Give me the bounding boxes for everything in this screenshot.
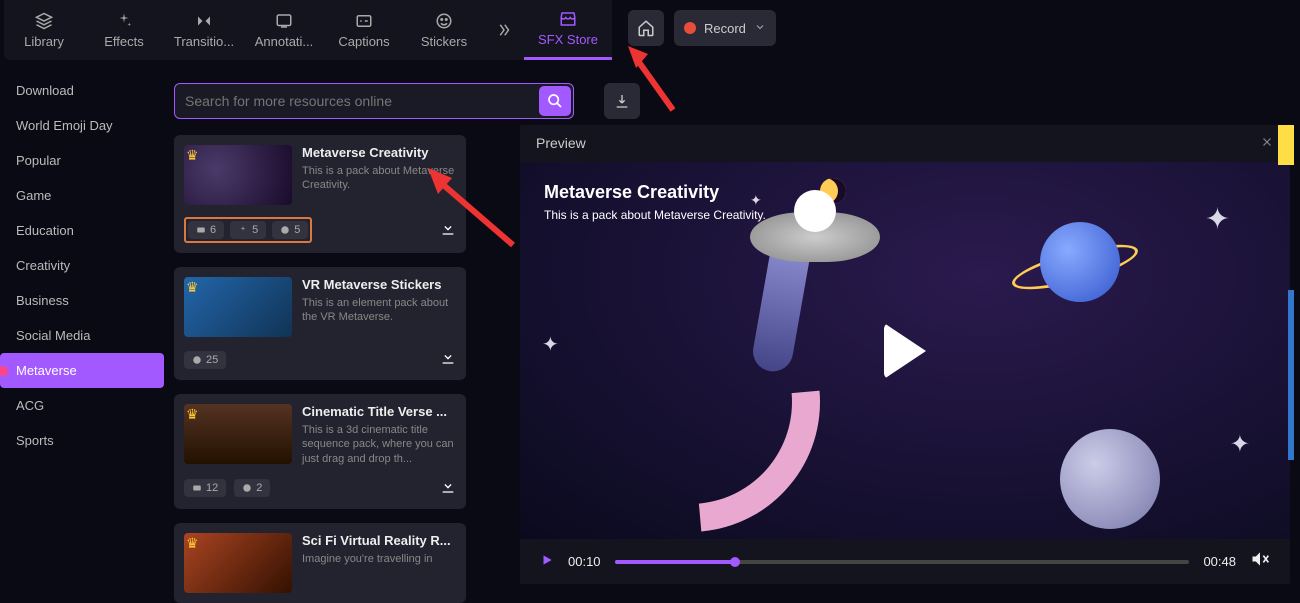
sidebar-item-socialmedia[interactable]: Social Media <box>0 318 164 353</box>
preview-title: Metaverse Creativity <box>544 182 719 203</box>
star-icon: ✦ <box>1205 202 1230 237</box>
pack-thumbnail: ♛ <box>184 404 292 464</box>
sidebar-item-metaverse[interactable]: Metaverse <box>0 353 164 388</box>
pack-title: VR Metaverse Stickers <box>302 277 456 292</box>
preview-header: Preview <box>536 135 586 152</box>
edge-decoration <box>1278 125 1294 165</box>
star-icon: ✦ <box>1230 430 1250 459</box>
preview-panel: Preview ✦ ✦ ✦ ✦ Metaverse Creativity Thi… <box>520 125 1290 584</box>
tab-label: Annotati... <box>255 34 314 49</box>
pack-description: Imagine you're travelling in <box>302 552 456 566</box>
tab-label: Stickers <box>421 34 467 49</box>
crown-icon: ♛ <box>186 147 199 164</box>
sidebar-item-emoji[interactable]: World Emoji Day <box>0 108 164 143</box>
pack-title: Cinematic Title Verse ... <box>302 404 456 419</box>
tab-label: SFX Store <box>538 32 598 47</box>
stat-stickers: 2 <box>234 479 270 497</box>
tab-captions[interactable]: Captions <box>324 0 404 60</box>
pack-thumbnail: ♛ <box>184 533 292 593</box>
chevron-down-icon <box>754 21 766 36</box>
pack-description: This is an element pack about the VR Met… <box>302 296 456 325</box>
planet-icon <box>1060 429 1160 529</box>
sidebar-item-download[interactable]: Download <box>0 73 164 108</box>
record-label: Record <box>704 21 746 36</box>
tab-transitions[interactable]: Transitio... <box>164 0 244 60</box>
tab-label: Transitio... <box>174 34 234 49</box>
sidebar-item-creativity[interactable]: Creativity <box>0 248 164 283</box>
star-icon: ✦ <box>750 192 762 209</box>
pack-thumbnail: ♛ <box>184 145 292 205</box>
stat-highlight-box: 6 5 5 <box>184 217 312 243</box>
sidebar-item-business[interactable]: Business <box>0 283 164 318</box>
preview-subtitle: This is a pack about Metaverse Creativit… <box>544 208 766 222</box>
tab-stickers[interactable]: Stickers <box>404 0 484 60</box>
play-small-button[interactable] <box>540 553 554 570</box>
effects-icon <box>115 12 133 30</box>
pack-title: Sci Fi Virtual Reality R... <box>302 533 456 548</box>
swirl-decoration <box>520 219 873 539</box>
stat-captions: 12 <box>184 479 226 497</box>
sidebar-item-acg[interactable]: ACG <box>0 388 164 423</box>
crown-icon: ♛ <box>186 535 199 552</box>
tab-sfx-store[interactable]: SFX Store <box>524 0 612 60</box>
stat-captions: 6 <box>188 221 224 239</box>
pack-thumbnail: ♛ <box>184 277 292 337</box>
edge-decoration <box>1288 290 1294 460</box>
pack-description: This is a 3d cinematic title sequence pa… <box>302 423 456 466</box>
tab-effects[interactable]: Effects <box>84 0 164 60</box>
pack-card[interactable]: ♛ Metaverse Creativity This is a pack ab… <box>174 135 466 253</box>
time-total: 00:48 <box>1203 554 1236 569</box>
star-icon: ✦ <box>542 332 559 357</box>
search-box[interactable] <box>174 83 574 119</box>
play-button[interactable] <box>884 323 926 379</box>
record-dot-icon <box>684 22 696 34</box>
store-icon <box>559 10 577 28</box>
close-preview-button[interactable] <box>1260 135 1274 152</box>
captions-icon <box>355 12 373 30</box>
progress-bar[interactable] <box>615 560 1190 564</box>
sidebar-item-popular[interactable]: Popular <box>0 143 164 178</box>
pack-card[interactable]: ♛ Cinematic Title Verse ... This is a 3d… <box>174 394 466 509</box>
stat-effects: 5 <box>230 221 266 239</box>
category-sidebar: Download World Emoji Day Popular Game Ed… <box>0 65 164 590</box>
home-button[interactable] <box>628 10 664 46</box>
annotations-icon <box>275 12 293 30</box>
planet-icon <box>1040 222 1120 302</box>
tab-library[interactable]: Library <box>4 0 84 60</box>
tabs-more-button[interactable] <box>484 0 524 60</box>
mute-button[interactable] <box>1250 549 1270 574</box>
transitions-icon <box>195 12 213 30</box>
download-pack-button[interactable] <box>440 220 456 241</box>
record-button[interactable]: Record <box>674 10 776 46</box>
pack-title: Metaverse Creativity <box>302 145 456 160</box>
tab-label: Captions <box>338 34 389 49</box>
tab-annotations[interactable]: Annotati... <box>244 0 324 60</box>
library-icon <box>35 12 53 30</box>
download-pack-button[interactable] <box>440 478 456 499</box>
stat-stickers: 25 <box>184 351 226 369</box>
time-current: 00:10 <box>568 554 601 569</box>
sidebar-item-game[interactable]: Game <box>0 178 164 213</box>
stickers-icon <box>435 12 453 30</box>
ufo-icon <box>750 212 880 262</box>
stat-stickers: 5 <box>272 221 308 239</box>
crown-icon: ♛ <box>186 406 199 423</box>
tab-label: Library <box>24 34 64 49</box>
sidebar-item-education[interactable]: Education <box>0 213 164 248</box>
pack-description: This is a pack about Metaverse Creativit… <box>302 164 456 193</box>
pack-card[interactable]: ♛ VR Metaverse Stickers This is an eleme… <box>174 267 466 380</box>
tab-label: Effects <box>104 34 144 49</box>
preview-video[interactable]: ✦ ✦ ✦ ✦ Metaverse Creativity This is a p… <box>520 162 1290 539</box>
download-pack-button[interactable] <box>440 349 456 370</box>
search-input[interactable] <box>185 93 537 109</box>
crown-icon: ♛ <box>186 279 199 296</box>
search-button[interactable] <box>539 86 571 116</box>
sidebar-item-sports[interactable]: Sports <box>0 423 164 458</box>
downloads-button[interactable] <box>604 83 640 119</box>
pack-card[interactable]: ♛ Sci Fi Virtual Reality R... Imagine yo… <box>174 523 466 603</box>
